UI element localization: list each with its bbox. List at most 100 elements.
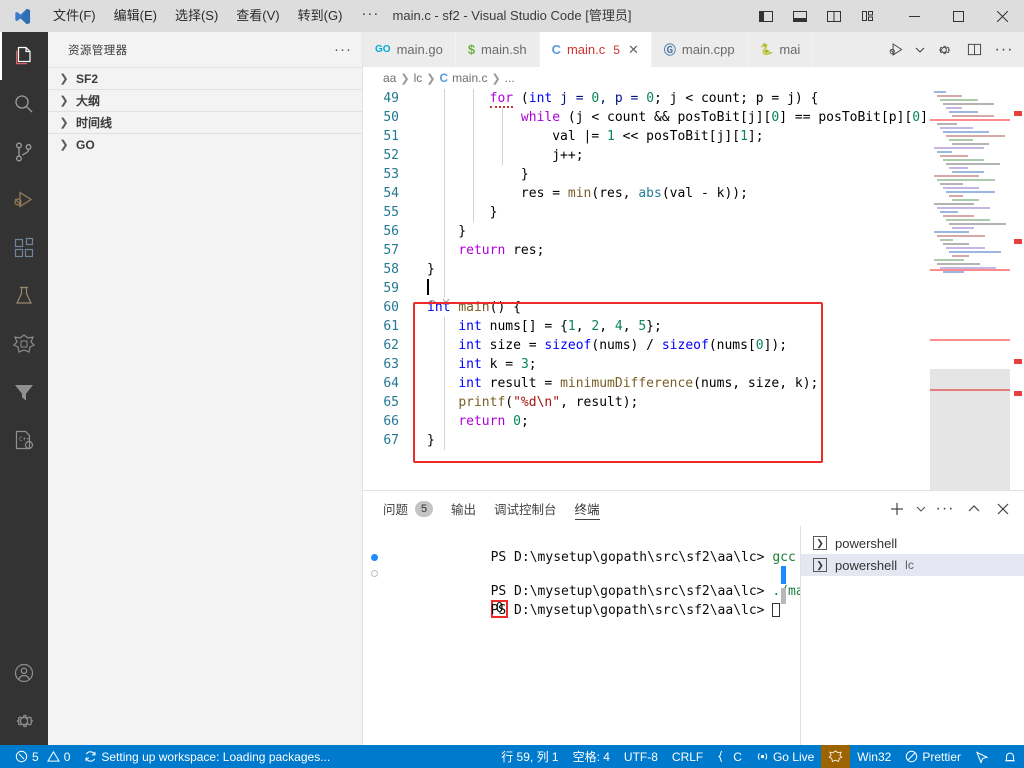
status-prettier[interactable]: Prettier (898, 745, 968, 768)
status-go-live[interactable]: Go Live (749, 745, 821, 768)
error-marker[interactable] (1014, 391, 1022, 396)
panel-tab-problems[interactable]: 问题 5 (383, 491, 434, 526)
panel-tab-terminal[interactable]: 终端 (574, 491, 600, 526)
activitybar-item-cpp-tools[interactable]: C++ (0, 416, 48, 464)
run-or-debug-icon[interactable] (882, 32, 910, 67)
terminal-list-item-powershell-lc[interactable]: ❯ powershell lc (801, 554, 1024, 576)
sidebar-more-actions-icon[interactable]: ··· (334, 41, 352, 58)
window-close-button[interactable] (980, 0, 1024, 32)
breadcrumb-item-main-c[interactable]: main.c (452, 71, 487, 85)
code-line[interactable]: 61 int nums[] = {1, 2, 4, 5}; (363, 317, 1024, 336)
scrollbar-thumb[interactable] (781, 566, 786, 584)
error-marker[interactable] (1014, 111, 1022, 116)
minimap[interactable] (930, 89, 1010, 490)
status-indentation[interactable]: 空格: 4 (566, 745, 617, 768)
activitybar-item-accounts[interactable] (0, 649, 48, 697)
breadcrumb-item-lc[interactable]: lc (414, 71, 423, 85)
sidebar-section-timeline[interactable]: ❯ 时间线 (48, 111, 362, 133)
error-marker[interactable] (1014, 359, 1022, 364)
error-marker[interactable] (1014, 239, 1022, 244)
code-line[interactable]: 62 int size = sizeof(nums) / sizeof(nums… (363, 336, 1024, 355)
code-line[interactable]: 65 printf("%d\n", result); (363, 393, 1024, 412)
code-lines[interactable]: 49 for (int j = 0, p = 0; j < count; p =… (363, 89, 1024, 490)
activitybar-item-filter[interactable] (0, 368, 48, 416)
menu-file[interactable]: 文件(F) (44, 0, 105, 32)
breadcrumb-item-aa[interactable]: aa (383, 71, 396, 85)
code-line[interactable]: 52 j++; (363, 146, 1024, 165)
status-problems[interactable]: 5 0 (8, 745, 77, 768)
toggle-primary-sidebar-icon[interactable] (750, 0, 782, 32)
code-line[interactable]: 53 } (363, 165, 1024, 184)
editor-tab-main-go[interactable]: GO main.go (363, 32, 456, 67)
tab-close-icon[interactable]: ✕ (628, 42, 639, 58)
close-panel-icon[interactable] (990, 496, 1016, 522)
status-platform[interactable]: Win32 (850, 745, 898, 768)
activitybar-item-run-and-debug[interactable] (0, 176, 48, 224)
terminal-output[interactable]: PS D:\mysetup\gopath\src\sf2\aa\lc> gcc … (363, 526, 800, 745)
more-actions-icon[interactable]: ··· (990, 32, 1018, 67)
menu-edit[interactable]: 编辑(E) (105, 0, 166, 32)
toggle-panel-icon[interactable] (784, 0, 816, 32)
code-line[interactable]: 49 for (int j = 0, p = 0; j < count; p =… (363, 89, 1024, 108)
menu-selection[interactable]: 选择(S) (166, 0, 227, 32)
activitybar-item-go[interactable] (0, 320, 48, 368)
editor-tab-main-cpp[interactable]: Ⓖ main.cpp (651, 32, 748, 67)
code-editor[interactable]: 49 for (int j = 0, p = 0; j < count; p =… (363, 89, 1024, 490)
code-line[interactable]: 55 } (363, 203, 1024, 222)
status-eol[interactable]: CRLF (665, 745, 710, 768)
new-terminal-icon[interactable] (884, 496, 910, 522)
editor-tab-main-sh[interactable]: $ main.sh (455, 32, 540, 67)
chevron-down-icon[interactable] (912, 32, 928, 67)
code-line[interactable]: 64 int result = minimumDifference(nums, … (363, 374, 1024, 393)
status-language-mode[interactable]: C (710, 745, 749, 768)
activitybar-item-manage[interactable] (0, 697, 48, 745)
activitybar-item-search[interactable] (0, 80, 48, 128)
fold-widget-icon[interactable] (427, 296, 451, 307)
toggle-secondary-sidebar-icon[interactable] (818, 0, 850, 32)
code-line[interactable]: 56 } (363, 222, 1024, 241)
window-minimize-button[interactable] (892, 0, 936, 32)
menu-go[interactable]: 转到(G) (289, 0, 352, 32)
breadcrumb-item-symbol[interactable]: ... (505, 71, 515, 85)
code-line[interactable]: 54 res = min(res, abs(val - k)); (363, 184, 1024, 203)
sidebar-section-sf2[interactable]: ❯ SF2 (48, 67, 362, 89)
editor-tab-main-c[interactable]: C main.c 5 ✕ (539, 32, 652, 67)
menu-overflow-icon[interactable]: ··· (351, 0, 389, 32)
split-editor-icon[interactable] (960, 32, 988, 67)
code-line[interactable]: 58} (363, 260, 1024, 279)
maximize-panel-icon[interactable] (961, 496, 987, 522)
activitybar-item-extensions[interactable] (0, 224, 48, 272)
code-line[interactable]: 66 return 0; (363, 412, 1024, 431)
menu-bar[interactable]: 文件(F) 编辑(E) 选择(S) 查看(V) 转到(G) ··· (44, 0, 389, 32)
status-workspace[interactable]: Setting up workspace: Loading packages..… (77, 745, 337, 768)
code-line[interactable]: 50 while (j < count && posToBit[j][0] ==… (363, 108, 1024, 127)
status-cursor-position[interactable]: 行 59, 列 1 (494, 745, 565, 768)
code-line[interactable]: 60 int main() { (363, 298, 1024, 317)
code-line[interactable]: 51 val |= 1 << posToBit[j][1]; (363, 127, 1024, 146)
sidebar-section-outline[interactable]: ❯ 大纲 (48, 89, 362, 111)
more-actions-icon[interactable]: ··· (932, 496, 958, 522)
panel-tab-output[interactable]: 输出 (451, 491, 476, 526)
status-encoding[interactable]: UTF-8 (617, 745, 665, 768)
panel-tab-debug-console[interactable]: 调试控制台 (494, 491, 557, 526)
editor-scrollbar[interactable] (1010, 89, 1024, 490)
minimap-slider[interactable] (930, 369, 1010, 490)
activitybar-item-source-control[interactable] (0, 128, 48, 176)
menu-view[interactable]: 查看(V) (227, 0, 288, 32)
chevron-down-icon[interactable] (913, 496, 929, 522)
code-line[interactable]: 63 int k = 3; (363, 355, 1024, 374)
activitybar-item-testing[interactable] (0, 272, 48, 320)
activitybar-item-explorer[interactable] (0, 32, 48, 80)
terminal-list-item-powershell[interactable]: ❯ powershell (801, 532, 1024, 554)
settings-gear-icon[interactable] (930, 32, 958, 67)
customize-layout-icon[interactable] (852, 0, 884, 32)
sidebar-section-go[interactable]: ❯ GO (48, 133, 362, 155)
code-line[interactable]: 59 (363, 279, 1024, 298)
editor-tab-main-py[interactable]: 🐍 mai (747, 32, 814, 67)
window-maximize-button[interactable] (936, 0, 980, 32)
code-line[interactable]: 67} (363, 431, 1024, 450)
layout-controls[interactable] (750, 0, 892, 32)
status-go-gopher[interactable] (821, 745, 851, 768)
status-feedback[interactable] (968, 745, 996, 768)
code-line[interactable]: 57 return res; (363, 241, 1024, 260)
